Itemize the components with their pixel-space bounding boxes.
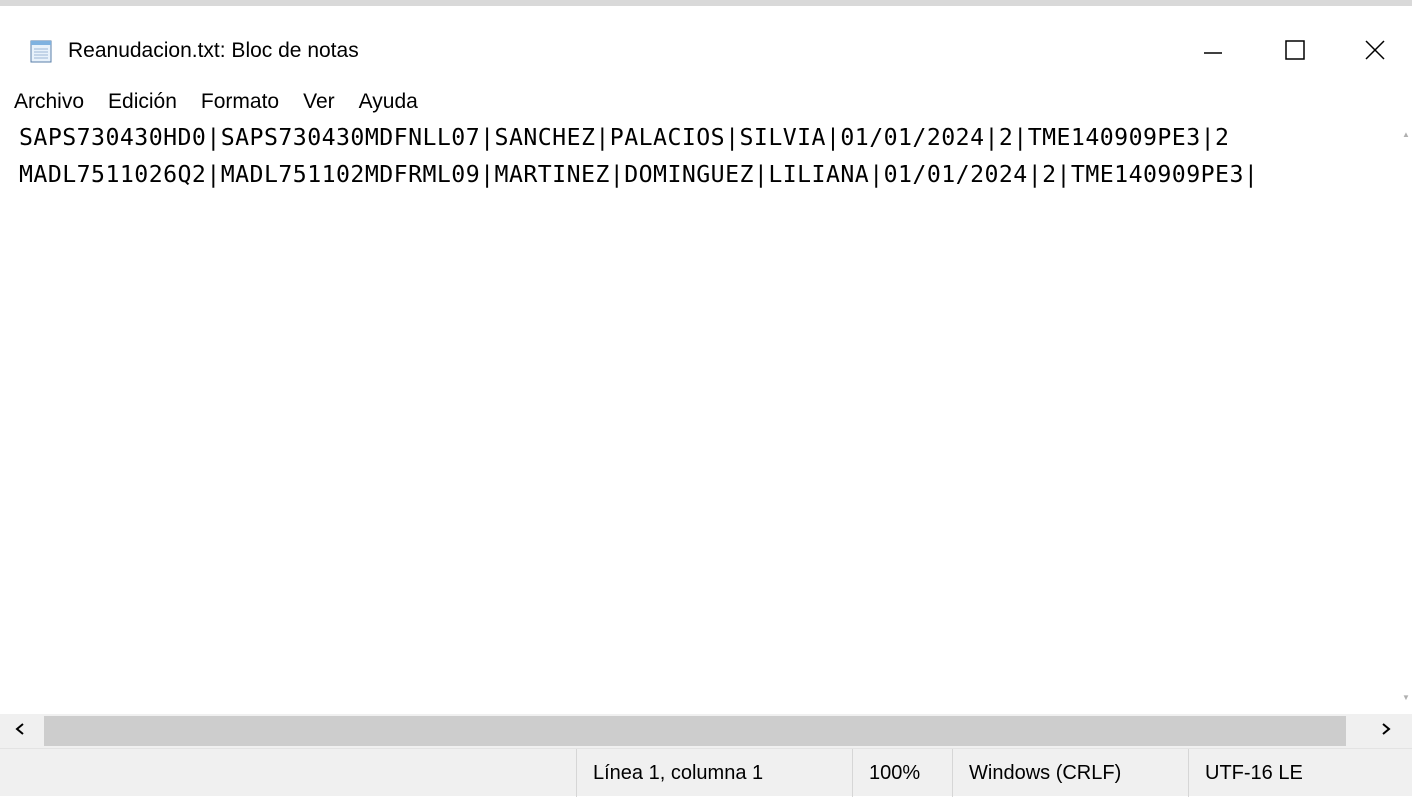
close-icon [1364,39,1386,61]
menu-formato[interactable]: Formato [189,86,291,118]
text-editor[interactable]: SAPS730430HD0|SAPS730430MDFNLL07|SANCHEZ… [0,120,1398,714]
horizontal-scrollbar[interactable] [0,714,1412,748]
menu-ayuda[interactable]: Ayuda [347,86,430,118]
status-bar: Línea 1, columna 1 100% Windows (CRLF) U… [0,748,1412,797]
editor-line[interactable]: MADL7511026Q2|MADL751102MDFRML09|MARTINE… [19,161,1258,188]
scroll-up-icon[interactable]: ▲ [1402,130,1410,139]
minimize-icon [1202,39,1224,61]
chevron-left-icon [14,722,26,741]
notepad-window: Reanudacion.txt: Bloc de notas Archivo E… [0,0,1412,797]
scroll-right-button[interactable] [1366,714,1406,748]
chevron-right-icon [1380,722,1392,741]
maximize-icon [1284,39,1306,61]
window-title: Reanudacion.txt: Bloc de notas [68,39,359,62]
title-bar[interactable]: Reanudacion.txt: Bloc de notas [0,12,1412,82]
horizontal-scroll-thumb[interactable] [44,716,1346,746]
maximize-button[interactable] [1250,22,1340,78]
menu-archivo[interactable]: Archivo [0,86,96,118]
encoding: UTF-16 LE [1188,749,1412,797]
zoom-level: 100% [852,749,952,797]
scroll-down-icon[interactable]: ▼ [1402,693,1410,702]
minimize-button[interactable] [1168,22,1258,78]
line-ending: Windows (CRLF) [952,749,1188,797]
vertical-scrollbar[interactable]: ▲ ▼ [1398,120,1412,714]
menu-ver[interactable]: Ver [291,86,347,118]
editor-line[interactable]: SAPS730430HD0|SAPS730430MDFNLL07|SANCHEZ… [19,124,1229,151]
menu-bar: Archivo Edición Formato Ver Ayuda [0,84,1412,120]
cursor-position: Línea 1, columna 1 [576,749,852,797]
notepad-icon [28,37,54,63]
scroll-left-button[interactable] [0,714,40,748]
menu-edicion[interactable]: Edición [96,86,189,118]
close-button[interactable] [1330,22,1412,78]
